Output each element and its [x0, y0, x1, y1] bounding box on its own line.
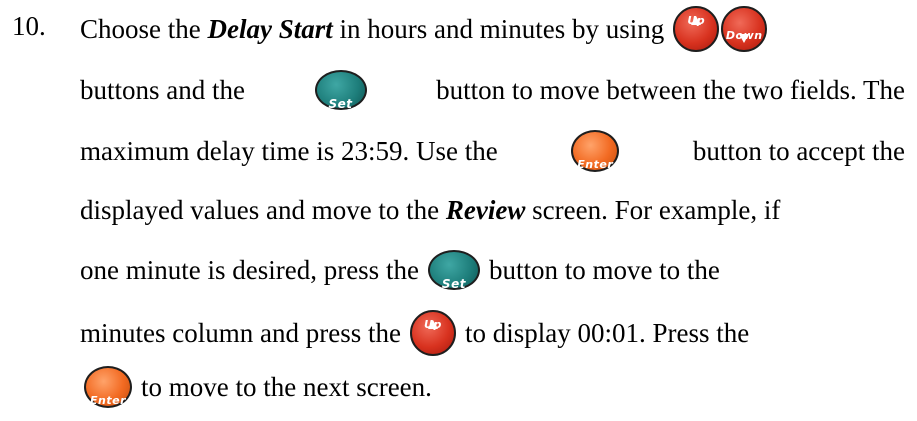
up-arrow-key-icon: Up: [673, 6, 720, 52]
text-buttons-and-the: buttons and the: [80, 75, 245, 105]
enter-key-icon: Enter: [84, 366, 132, 408]
line-4: displayed values and move to the Review …: [80, 190, 780, 230]
text-choose: Choose the Delay Start in hours and minu…: [80, 14, 665, 44]
line-7: Enter to move to the next screen.: [84, 366, 432, 408]
instruction-step: 10. Choose the Delay Start in hours and …: [0, 0, 917, 408]
term-delay-start: Delay Start: [207, 14, 333, 44]
set-key-label: Set: [441, 277, 466, 291]
enter-key-label: Enter: [90, 394, 126, 407]
set-key-icon: Set: [314, 70, 367, 111]
up-key-label: Up: [687, 14, 706, 27]
text-move-between-fields: button to move between the two fields. T…: [436, 75, 905, 105]
text-one-minute: one minute is desired, press the: [80, 255, 419, 285]
text-display-0001: to display 00:01. Press the: [464, 318, 750, 348]
line-5: one minute is desired, press the Set but…: [80, 250, 720, 291]
step-number: 10.: [12, 11, 46, 41]
line-3: maximum delay time is 23:59. Use the Ent…: [80, 130, 905, 172]
text-displayed-values: displayed values and move to the: [80, 195, 440, 225]
text-move-to-the: button to move to the: [488, 255, 720, 285]
up-key-label: Up: [424, 318, 442, 331]
up-arrow-key-icon: Up: [409, 310, 456, 356]
set-key-label: Set: [328, 97, 353, 111]
text-minutes-column: minutes column and press the: [80, 318, 401, 348]
down-arrow-key-icon: Down: [721, 6, 768, 52]
enter-key-label: Enter: [577, 158, 614, 171]
line-6: minutes column and press the Up to displ…: [80, 310, 749, 356]
enter-key-icon: Enter: [571, 130, 620, 172]
text-next-screen: to move to the next screen.: [141, 372, 432, 402]
line-2: buttons and the Set button to move betwe…: [80, 70, 905, 111]
text-max-delay: maximum delay time is 23:59. Use the: [80, 136, 498, 166]
text-screen-example: screen. For example, if: [532, 195, 781, 225]
set-key-icon: Set: [427, 250, 480, 291]
term-review: Review: [445, 195, 526, 225]
up-down-key-pair: Up Down: [673, 6, 768, 52]
text-accept: button to accept the: [692, 136, 905, 166]
line-1: Choose the Delay Start in hours and minu…: [80, 6, 768, 52]
